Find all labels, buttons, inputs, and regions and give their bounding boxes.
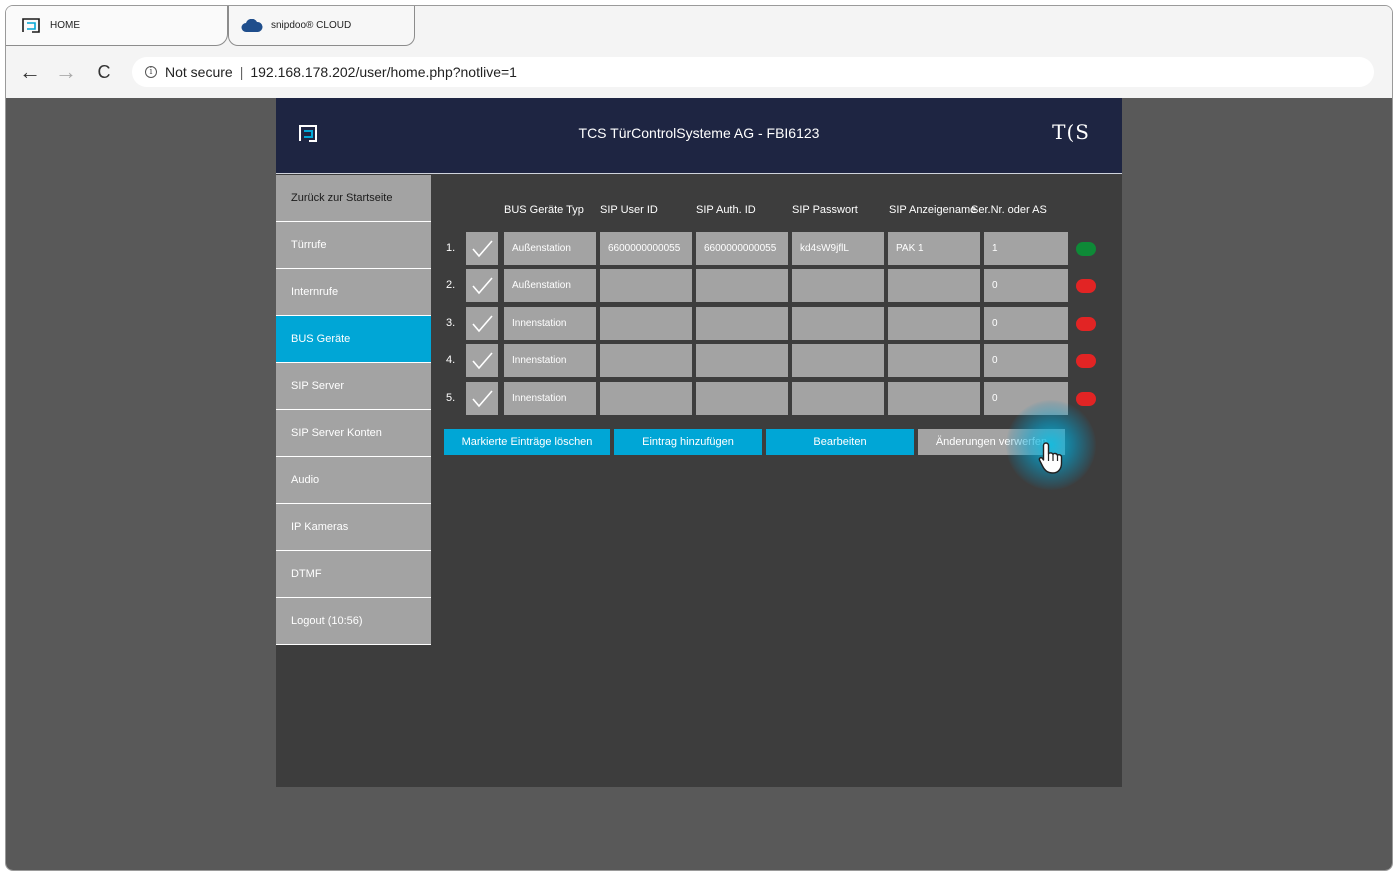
- column-header-serial: Ser.Nr. oder AS: [971, 204, 1047, 216]
- home-app-icon: [22, 17, 40, 34]
- browser-window: HOME snipdoo® CLOUD ← → C i Not secure |…: [5, 5, 1393, 871]
- row-number: 4.: [446, 354, 456, 366]
- cell-sip-user-id[interactable]: [600, 344, 692, 377]
- cell-sip-display-name[interactable]: [888, 307, 980, 340]
- cell-bus-type[interactable]: Innenstation: [504, 382, 596, 415]
- cell-sip-auth-id[interactable]: [696, 344, 788, 377]
- url-separator: |: [239, 64, 244, 80]
- cell-sip-password[interactable]: [792, 344, 884, 377]
- row-number: 5.: [446, 392, 456, 404]
- security-label: Not secure: [165, 64, 233, 80]
- status-indicator-online: [1076, 242, 1096, 256]
- row-number: 1.: [446, 242, 456, 254]
- cell-bus-type[interactable]: Innenstation: [504, 344, 596, 377]
- row-number: 2.: [446, 279, 456, 291]
- checkmark-icon: [472, 277, 493, 295]
- checkmark-icon: [472, 390, 493, 408]
- column-header-sip-password: SIP Passwort: [792, 204, 858, 216]
- cell-serial[interactable]: 0: [984, 382, 1068, 415]
- cell-serial[interactable]: 0: [984, 269, 1068, 302]
- url-bar[interactable]: i Not secure | 192.168.178.202/user/home…: [132, 57, 1374, 87]
- sidebar-item-dtmf[interactable]: DTMF: [276, 551, 431, 598]
- cell-sip-user-id[interactable]: [600, 382, 692, 415]
- tab-snipdoo-label: snipdoo® CLOUD: [271, 20, 352, 31]
- tcs-logo: T(S: [1052, 120, 1090, 144]
- cell-serial[interactable]: 0: [984, 344, 1068, 377]
- cell-sip-user-id[interactable]: 6600000000055: [600, 232, 692, 265]
- info-icon[interactable]: i: [145, 66, 157, 78]
- reload-button[interactable]: C: [92, 60, 116, 84]
- cell-bus-type[interactable]: Innenstation: [504, 307, 596, 340]
- cell-sip-password[interactable]: kd4sW9jflL: [792, 232, 884, 265]
- hand-cursor-icon: [1037, 441, 1067, 480]
- column-header-sip-auth-id: SIP Auth. ID: [696, 204, 756, 216]
- bus-devices-panel: BUS Geräte Typ SIP User ID SIP Auth. ID …: [431, 175, 1122, 787]
- sidebar-item-audio[interactable]: Audio: [276, 457, 431, 504]
- sidebar-item-bus-devices[interactable]: BUS Geräte: [276, 316, 431, 363]
- sidebar-item-sip-server[interactable]: SIP Server: [276, 363, 431, 410]
- sidebar-item-internal-calls[interactable]: Internrufe: [276, 269, 431, 316]
- cell-serial[interactable]: 1: [984, 232, 1068, 265]
- cell-sip-password[interactable]: [792, 382, 884, 415]
- column-header-bus-type: BUS Geräte Typ: [504, 204, 584, 216]
- tab-snipdoo-cloud[interactable]: snipdoo® CLOUD: [228, 6, 415, 46]
- cell-bus-type[interactable]: Außenstation: [504, 269, 596, 302]
- row-checkbox[interactable]: [466, 307, 498, 340]
- column-header-sip-display-name: SIP Anzeigename: [889, 204, 977, 216]
- sidebar-item-door-calls[interactable]: Türrufe: [276, 222, 431, 269]
- row-checkbox[interactable]: [466, 232, 498, 265]
- cell-sip-auth-id[interactable]: [696, 269, 788, 302]
- checkmark-icon: [472, 240, 493, 258]
- url-text: 192.168.178.202/user/home.php?notlive=1: [250, 64, 517, 80]
- status-indicator-offline: [1076, 392, 1096, 406]
- tab-home-label: HOME: [50, 20, 80, 31]
- row-checkbox[interactable]: [466, 269, 498, 302]
- tab-strip: HOME snipdoo® CLOUD: [6, 6, 1392, 48]
- status-indicator-offline: [1076, 279, 1096, 293]
- cell-serial[interactable]: 0: [984, 307, 1068, 340]
- cell-sip-auth-id[interactable]: [696, 382, 788, 415]
- edit-button[interactable]: Bearbeiten: [766, 429, 914, 455]
- row-checkbox[interactable]: [466, 344, 498, 377]
- cell-sip-user-id[interactable]: [600, 269, 692, 302]
- sidebar: Zurück zur Startseite Türrufe Internrufe…: [276, 175, 431, 645]
- cell-sip-display-name[interactable]: [888, 269, 980, 302]
- add-entry-button[interactable]: Eintrag hinzufügen: [614, 429, 762, 455]
- cell-sip-password[interactable]: [792, 307, 884, 340]
- cell-sip-display-name[interactable]: [888, 344, 980, 377]
- forward-button[interactable]: →: [54, 60, 78, 84]
- checkmark-icon: [472, 352, 493, 370]
- sidebar-item-logout[interactable]: Logout (10:56): [276, 598, 431, 645]
- cloud-icon: [241, 18, 263, 33]
- sidebar-item-sip-server-accounts[interactable]: SIP Server Konten: [276, 410, 431, 457]
- app-header: TCS TürControlSysteme AG - FBI6123 T(S: [276, 98, 1122, 174]
- delete-selected-button[interactable]: Markierte Einträge löschen: [444, 429, 610, 455]
- sidebar-item-ip-cameras[interactable]: IP Kameras: [276, 504, 431, 551]
- row-number: 3.: [446, 317, 456, 329]
- cell-sip-user-id[interactable]: [600, 307, 692, 340]
- status-indicator-offline: [1076, 317, 1096, 331]
- cell-sip-display-name[interactable]: PAK 1: [888, 232, 980, 265]
- tab-home[interactable]: HOME: [6, 6, 228, 46]
- page-viewport: TCS TürControlSysteme AG - FBI6123 T(S Z…: [6, 98, 1392, 870]
- cell-sip-display-name[interactable]: [888, 382, 980, 415]
- cell-bus-type[interactable]: Außenstation: [504, 232, 596, 265]
- cell-sip-password[interactable]: [792, 269, 884, 302]
- sidebar-item-back-to-start[interactable]: Zurück zur Startseite: [276, 175, 431, 222]
- cell-sip-auth-id[interactable]: [696, 307, 788, 340]
- back-button[interactable]: ←: [18, 60, 42, 84]
- status-indicator-offline: [1076, 354, 1096, 368]
- app-container: TCS TürControlSysteme AG - FBI6123 T(S Z…: [276, 98, 1122, 787]
- page-title: TCS TürControlSysteme AG - FBI6123: [578, 125, 820, 141]
- column-header-sip-user-id: SIP User ID: [600, 204, 658, 216]
- row-checkbox[interactable]: [466, 382, 498, 415]
- checkmark-icon: [472, 315, 493, 333]
- address-bar-area: ← → C i Not secure | 192.168.178.202/use…: [6, 48, 1392, 98]
- cell-sip-auth-id[interactable]: 6600000000055: [696, 232, 788, 265]
